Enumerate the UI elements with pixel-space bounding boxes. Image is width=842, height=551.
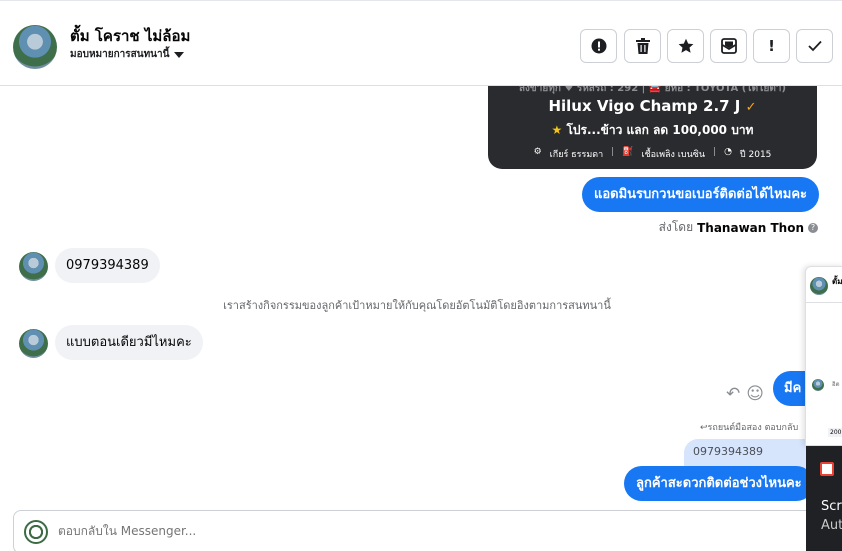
overlay-small-text: อิต (832, 381, 840, 388)
reply-icon[interactable]: ↶ (726, 384, 740, 404)
vehicle-card-topline: ลงขายทุก ♥ รหัสรถ : 292 | 🚘 ยี่ห้อ : TOY… (518, 86, 787, 94)
help-icon[interactable]: ? (808, 222, 818, 233)
verified-check-icon: ✓ (745, 100, 757, 115)
reply-input[interactable] (58, 524, 758, 538)
reply-label: ↩รถยนต์มือสอง ตอบกลับ (700, 420, 798, 434)
exclamation-icon: ! (768, 37, 775, 55)
screenshot-notification[interactable]: Scre Aut (806, 446, 842, 551)
sent-by-prefix: ส่งโดย (658, 220, 694, 234)
overlay-avatar (810, 277, 828, 295)
archive-mail-icon (720, 38, 737, 54)
incoming-message[interactable]: 0979394389 (55, 248, 160, 283)
vehicle-card-image[interactable]: ลงขายทุก ♥ รหัสรถ : 292 | 🚘 ยี่ห้อ : TOY… (488, 86, 817, 169)
star-icon (678, 38, 693, 53)
emoji-icon[interactable]: ☺ (746, 384, 764, 404)
spec-transmission: เกียร์ ธรรมดา (549, 150, 604, 160)
delete-button[interactable] (624, 29, 661, 63)
vehicle-model-title: Hilux Vigo Champ 2.7 J ✓ (488, 97, 817, 115)
archive-button[interactable] (710, 29, 747, 63)
overlay-pill: 200 (828, 428, 842, 437)
star-button[interactable] (667, 29, 704, 63)
spec-divider: | (611, 147, 615, 157)
incoming-message[interactable]: แบบตอนเดียวมีไหมคะ (55, 325, 203, 360)
reply-small-icon: ↩ (700, 423, 708, 433)
mark-spam-button[interactable] (580, 29, 617, 63)
spec-fuel: เชื้อเพลิง เบนซิน (641, 150, 706, 160)
contact-avatar-small[interactable] (19, 329, 48, 358)
gear-icon: ⚙ (533, 147, 542, 157)
notification-title: Scre (821, 499, 842, 514)
vehicle-promo-text: โปร...ข้าว แลก ลด 100,000 บาท (566, 123, 754, 137)
alert-circle-icon (591, 38, 606, 54)
contact-avatar-small[interactable] (19, 252, 48, 281)
message-actions: ↶ ☺ (726, 384, 764, 404)
system-note-text: เราสร้างกิจกรรมของลูกค้าเป้าหมายให้กับคุ… (223, 299, 611, 312)
quoted-message[interactable]: 0979394389 (684, 439, 824, 468)
assign-label: มอบหมายการสนทนานี้ (70, 49, 170, 60)
contact-avatar[interactable] (13, 25, 57, 69)
caret-down-icon (174, 51, 185, 58)
assign-conversation-dropdown[interactable]: มอบหมายการสนทนานี้ (70, 47, 185, 62)
star-icon: ★ (551, 123, 563, 137)
gauge-icon: ◔ (724, 147, 732, 157)
reply-label-text: รถยนต์มือสอง ตอบกลับ (707, 423, 799, 433)
fuel-icon: ⛽ (622, 147, 634, 157)
overlay-divider (806, 302, 842, 303)
sent-by-label: ส่งโดย Thanawan Thon ? (659, 218, 818, 237)
spec-year: ปี 2015 (739, 150, 772, 160)
screenshot-app-icon (820, 462, 834, 476)
overlay-avatar-small (812, 379, 824, 391)
overlay-contact-name: ตั้ม (832, 277, 842, 286)
contact-name[interactable]: ตั้ม โคราช ไม่ล้อม (70, 24, 190, 48)
vehicle-specs: ⚙ เกียร์ ธรรมดา | ⛽ เชื้อเพลิง เบนซิน | ◔ ป… (488, 147, 817, 161)
mark-done-button[interactable] (796, 29, 833, 63)
sender-name: Thanawan Thon (697, 220, 804, 235)
notification-subtitle: Aut (821, 518, 842, 533)
vehicle-promo: ★ โปร...ข้าว แลก ลด 100,000 บาท (488, 121, 817, 140)
spec-divider: | (713, 147, 717, 157)
trash-icon (635, 38, 650, 54)
system-note: เราสร้างกิจกรรมของลูกค้าเป้าหมายให้กับคุ… (0, 296, 842, 314)
checkmark-icon (807, 40, 822, 52)
mark-important-button[interactable]: ! (753, 29, 790, 63)
vehicle-model-text: Hilux Vigo Champ 2.7 J (548, 97, 741, 115)
message-composer[interactable] (13, 510, 829, 551)
overlay-chat-window[interactable]: ตั้ม อิต 200 (805, 266, 842, 446)
outgoing-message[interactable]: ลูกค้าสะดวกติดต่อช่วงไหนคะ (624, 466, 814, 501)
outgoing-message[interactable]: แอดมินรบกวนขอเบอร์ติดต่อได้ไหมคะ (581, 177, 819, 212)
page-logo-icon (24, 520, 48, 544)
conversation-header: ตั้ม โคราช ไม่ล้อม มอบหมายการสนทนานี้ ! (0, 0, 842, 86)
